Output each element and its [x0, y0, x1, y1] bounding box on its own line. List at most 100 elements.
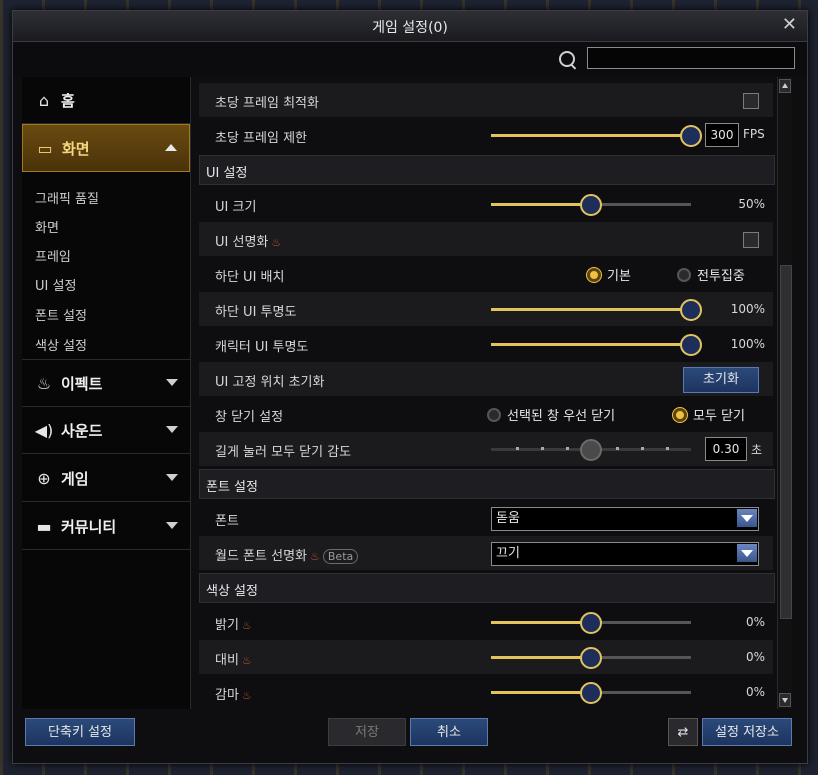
- setting-label: 하단 UI 투명도: [215, 305, 297, 320]
- setting-row-character-ui-opacity: 캐릭터 UI 투명도 100%: [199, 327, 773, 361]
- save-button[interactable]: 저장: [328, 718, 406, 746]
- chevron-down-icon: [166, 522, 178, 529]
- sidebar-sub-ui[interactable]: UI 설정: [35, 275, 76, 294]
- home-icon: ⌂: [38, 90, 50, 110]
- slider-fill: [491, 134, 691, 137]
- sidebar-item-community[interactable]: ▬ 커뮤니티: [22, 503, 190, 550]
- sidebar-sub-color[interactable]: 색상 설정: [35, 335, 87, 354]
- slider-handle[interactable]: [580, 194, 602, 216]
- sidebar-item-effect[interactable]: ♨ 이펙트: [22, 359, 190, 407]
- setting-row-bottom-ui-opacity: 하단 UI 투명도 100%: [199, 292, 773, 326]
- setting-label: 초당 프레임 제한: [215, 131, 307, 146]
- gamma-slider[interactable]: [491, 682, 691, 704]
- setting-label: 캐릭터 UI 투명도: [215, 340, 309, 355]
- setting-row-font: 폰트 돋움: [199, 501, 773, 535]
- setting-label: 감마 ♨: [215, 684, 252, 703]
- sidebar-item-label: 홈: [61, 91, 75, 110]
- setting-row-brightness: 밝기 ♨ 0%: [199, 605, 773, 639]
- sidebar-item-display[interactable]: ▭ 화면: [22, 124, 190, 172]
- ui-sharpen-checkbox[interactable]: [743, 232, 759, 248]
- slider-value: 0%: [745, 615, 765, 629]
- frame-limit-input[interactable]: 300: [705, 123, 739, 147]
- sidebar-sub-frame[interactable]: 프레임: [35, 246, 71, 265]
- slider-fill: [491, 621, 591, 624]
- section-title: UI 설정: [206, 166, 248, 181]
- search-icon[interactable]: [559, 51, 575, 67]
- sidebar: ⌂ 홈 ▭ 화면 그래픽 품질 화면 프레임 UI 설정 폰트 설정 색상 설정…: [22, 77, 191, 709]
- seconds-unit: 초: [751, 443, 763, 457]
- slider-fill: [491, 203, 591, 206]
- chat-icon: ▬: [36, 516, 52, 536]
- slider-handle[interactable]: [680, 125, 702, 147]
- long-press-input[interactable]: 0.30: [705, 437, 747, 461]
- sidebar-item-label: 게임: [61, 469, 89, 488]
- section-font-settings: 폰트 설정: [199, 469, 775, 499]
- search-input[interactable]: [587, 47, 795, 69]
- chevron-down-icon: [166, 426, 178, 433]
- swap-icon[interactable]: ⇄: [668, 718, 698, 746]
- slider-handle[interactable]: [580, 439, 602, 461]
- flame-icon: ♨: [36, 373, 52, 393]
- close-icon[interactable]: ✕: [782, 14, 797, 35]
- scrollbar-thumb[interactable]: [780, 265, 792, 619]
- dropdown-arrow-icon: [737, 544, 757, 562]
- slider-handle[interactable]: [680, 334, 702, 356]
- slider-handle[interactable]: [580, 647, 602, 669]
- content-scrollbar[interactable]: [777, 77, 792, 709]
- ui-size-slider[interactable]: [491, 194, 691, 216]
- radio-circle: [587, 267, 601, 282]
- monitor-icon: ▭: [37, 138, 53, 158]
- sidebar-sub-screen[interactable]: 화면: [35, 217, 59, 236]
- frame-optimize-checkbox[interactable]: [743, 93, 759, 109]
- sidebar-sub-font[interactable]: 폰트 설정: [35, 305, 87, 324]
- font-dropdown[interactable]: 돋움: [491, 507, 759, 531]
- radio-label: 기본: [607, 269, 631, 284]
- setting-label: 폰트: [215, 514, 239, 529]
- chevron-down-icon: [166, 474, 178, 481]
- settings-window: 게임 설정(0) ✕ ⌂ 홈 ▭ 화면 그래픽 품질 화면 프레임 UI 설정 …: [12, 10, 808, 764]
- sidebar-sub-graphics[interactable]: 그래픽 품질: [35, 188, 99, 207]
- slider-handle[interactable]: [580, 682, 602, 704]
- slider-fill: [491, 691, 591, 694]
- flame-icon: ♨: [241, 654, 252, 667]
- beta-badge: Beta: [322, 549, 359, 564]
- sidebar-item-home[interactable]: ⌂ 홈: [22, 77, 190, 124]
- slider-tick: [616, 447, 619, 450]
- setting-label: 하단 UI 배치: [215, 270, 285, 285]
- cancel-button[interactable]: 취소: [410, 718, 488, 746]
- character-ui-opacity-slider[interactable]: [491, 334, 702, 356]
- contrast-slider[interactable]: [491, 647, 691, 669]
- slider-value: 100%: [730, 337, 765, 351]
- setting-label: 창 닫기 설정: [215, 410, 284, 425]
- setting-label: UI 선명화 ♨: [215, 231, 281, 250]
- world-font-dropdown[interactable]: 끄기: [491, 542, 759, 566]
- radio-label: 전투집중: [697, 269, 745, 284]
- radio-bottom-ui-default[interactable]: 기본: [587, 265, 631, 284]
- radio-close-all[interactable]: 모두 닫기: [673, 405, 745, 424]
- brightness-slider[interactable]: [491, 612, 691, 634]
- setting-label: 초당 프레임 최적화: [215, 96, 319, 111]
- slider-handle[interactable]: [580, 612, 602, 634]
- long-press-slider[interactable]: [491, 439, 691, 461]
- section-ui-settings: UI 설정: [199, 155, 775, 185]
- sidebar-item-sound[interactable]: ◀) 사운드: [22, 407, 190, 454]
- slider-fill: [491, 343, 691, 346]
- bottom-ui-opacity-slider[interactable]: [491, 299, 702, 321]
- radio-bottom-ui-combat[interactable]: 전투집중: [677, 265, 745, 284]
- chevron-up-icon: [165, 144, 177, 151]
- radio-close-selected-first[interactable]: 선택된 창 우선 닫기: [487, 405, 615, 424]
- reset-button[interactable]: 초기화: [683, 367, 759, 393]
- frame-limit-slider[interactable]: [491, 125, 702, 147]
- window-title: 게임 설정(0): [372, 20, 448, 36]
- flame-icon: ♨: [310, 550, 320, 563]
- setting-row-gamma: 감마 ♨ 0%: [199, 675, 773, 709]
- shortcut-settings-button[interactable]: 단축키 설정: [25, 718, 135, 746]
- setting-label-text: UI 선명화: [215, 235, 269, 250]
- settings-storage-button[interactable]: 설정 저장소: [702, 718, 792, 746]
- sidebar-item-game[interactable]: ⊕ 게임: [22, 455, 190, 502]
- setting-label-text: 월드 폰트 선명화: [215, 549, 307, 564]
- slider-handle[interactable]: [680, 299, 702, 321]
- sidebar-item-label: 사운드: [61, 421, 103, 440]
- scroll-down-icon[interactable]: [779, 693, 791, 707]
- scroll-up-icon[interactable]: [779, 79, 791, 93]
